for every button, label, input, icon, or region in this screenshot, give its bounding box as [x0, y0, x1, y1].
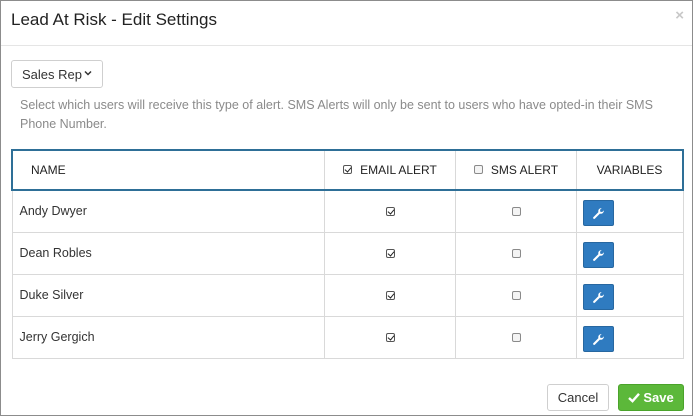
- wrench-icon: [593, 333, 604, 345]
- sms-alert-cell: [455, 189, 577, 233]
- wrench-icon: [593, 291, 604, 303]
- check-icon: [628, 393, 641, 403]
- sms-alert-cell: [455, 315, 577, 359]
- variables-button[interactable]: [583, 284, 614, 310]
- user-name: Jerry Gergich: [11, 315, 325, 359]
- email-alert-select-all-checkbox[interactable]: [343, 165, 353, 175]
- table-row: Duke Silver: [11, 273, 684, 317]
- chevron-down-icon: [84, 70, 92, 76]
- variables-button[interactable]: [583, 200, 614, 227]
- table-row: Jerry Gergich: [11, 315, 684, 359]
- variables-column-header: VARIABLES: [576, 149, 684, 191]
- dialog-title: Lead At Risk - Edit Settings: [11, 10, 217, 29]
- dialog-header: Lead At Risk - Edit Settings ×: [1, 1, 692, 46]
- sms-alert-header-label: SMS ALERT: [490, 163, 559, 177]
- email-alert-cell: [324, 273, 456, 317]
- sms-alert-select-all-checkbox[interactable]: [473, 165, 483, 175]
- email-alert-checkbox[interactable]: [385, 207, 395, 217]
- variables-button[interactable]: [583, 242, 614, 268]
- sms-alert-checkbox[interactable]: [511, 207, 521, 217]
- variables-button[interactable]: [583, 326, 614, 352]
- user-name: Dean Robles: [11, 231, 325, 275]
- variables-cell: [576, 189, 684, 233]
- cancel-button[interactable]: Cancel: [547, 384, 609, 411]
- sms-alert-checkbox[interactable]: [511, 333, 521, 343]
- table-header-row: NAME EMAIL ALERT SMS ALERT VARIABLES: [11, 149, 684, 191]
- email-alert-cell: [324, 231, 456, 275]
- email-alert-header-label: EMAIL ALERT: [360, 163, 437, 177]
- table-row: Dean Robles: [11, 231, 684, 275]
- role-dropdown-value: Sales Rep: [22, 66, 82, 82]
- sms-alert-checkbox[interactable]: [511, 249, 521, 259]
- save-button[interactable]: Save: [618, 384, 684, 411]
- table-row: Andy Dwyer: [11, 189, 684, 233]
- save-button-label: Save: [643, 390, 674, 405]
- email-alert-checkbox[interactable]: [385, 333, 395, 343]
- email-alert-cell: [324, 315, 456, 359]
- close-icon[interactable]: ×: [675, 7, 684, 24]
- role-dropdown[interactable]: Sales Rep: [11, 60, 103, 88]
- name-column-header: NAME: [11, 149, 325, 191]
- email-alert-cell: [324, 189, 456, 233]
- sms-alert-cell: [455, 231, 577, 275]
- email-alert-column-header: EMAIL ALERT: [324, 149, 456, 191]
- wrench-icon: [593, 249, 604, 261]
- variables-cell: [576, 231, 684, 275]
- user-name: Andy Dwyer: [11, 189, 325, 233]
- alert-users-table: NAME EMAIL ALERT SMS ALERT VARIABLES And…: [11, 149, 684, 359]
- variables-cell: [576, 273, 684, 317]
- wrench-icon: [593, 207, 604, 219]
- sms-alert-column-header: SMS ALERT: [455, 149, 577, 191]
- edit-settings-dialog: Lead At Risk - Edit Settings × Sales Rep…: [0, 0, 693, 416]
- user-name: Duke Silver: [11, 273, 325, 317]
- help-text: Select which users will receive this typ…: [20, 98, 653, 131]
- variables-cell: [576, 315, 684, 359]
- email-alert-checkbox[interactable]: [385, 249, 395, 259]
- email-alert-checkbox[interactable]: [385, 291, 395, 301]
- sms-alert-cell: [455, 273, 577, 317]
- sms-alert-checkbox[interactable]: [511, 291, 521, 301]
